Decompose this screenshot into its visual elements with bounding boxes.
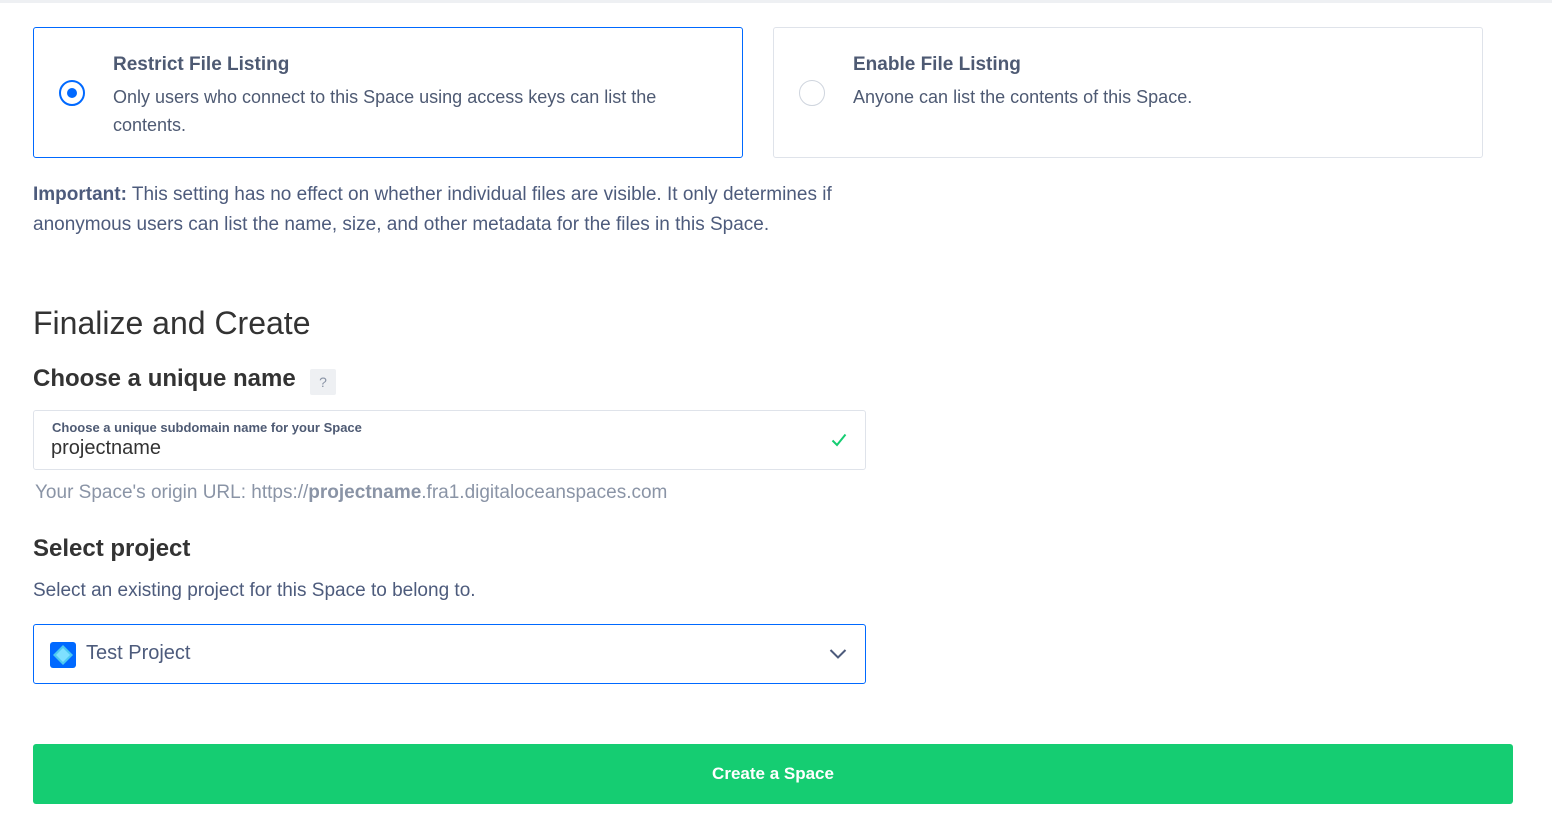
radio-unselected-icon[interactable]: [799, 80, 825, 106]
radio-selected-icon[interactable]: [59, 80, 85, 106]
origin-url-prefix: Your Space's origin URL: https://: [35, 482, 309, 503]
check-icon: [831, 433, 847, 447]
subdomain-input[interactable]: [51, 437, 811, 460]
option-description: Anyone can list the contents of this Spa…: [853, 87, 1193, 107]
question-mark-icon[interactable]: ?: [310, 369, 336, 395]
subdomain-name-field[interactable]: Choose a unique subdomain name for your …: [33, 410, 866, 470]
important-note: Important: This setting has no effect on…: [33, 180, 893, 240]
project-dropdown[interactable]: Test Project: [33, 624, 866, 684]
select-project-description: Select an existing project for this Spac…: [33, 580, 476, 601]
option-description: Only users who connect to this Space usi…: [113, 87, 657, 135]
selected-project-name: Test Project: [86, 642, 191, 664]
chevron-down-icon: [829, 649, 847, 659]
important-text: This setting has no effect on whether in…: [33, 184, 832, 235]
create-space-button[interactable]: Create a Space: [33, 744, 1513, 804]
finalize-title: Finalize and Create: [33, 305, 311, 341]
project-diamond-icon: [50, 642, 76, 668]
cropped-heading-fragment: [244, 0, 266, 6]
subdomain-field-label: Choose a unique subdomain name for your …: [52, 420, 362, 435]
enable-file-listing-option[interactable]: Enable File Listing Anyone can list the …: [773, 27, 1483, 158]
origin-url: Your Space's origin URL: https://project…: [35, 482, 667, 504]
origin-url-suffix: .fra1.digitaloceanspaces.com: [421, 482, 668, 503]
option-title: Restrict File Listing: [113, 54, 290, 75]
restrict-file-listing-option[interactable]: Restrict File Listing Only users who con…: [33, 27, 743, 158]
select-project-title: Select project: [33, 535, 191, 562]
origin-url-name: projectname: [308, 482, 422, 503]
option-title: Enable File Listing: [853, 54, 1021, 75]
unique-name-title: Choose a unique name: [33, 365, 296, 392]
create-space-page: Restrict File Listing Only users who con…: [0, 0, 1552, 824]
header-divider: [0, 0, 1552, 3]
important-label: Important:: [33, 184, 127, 205]
